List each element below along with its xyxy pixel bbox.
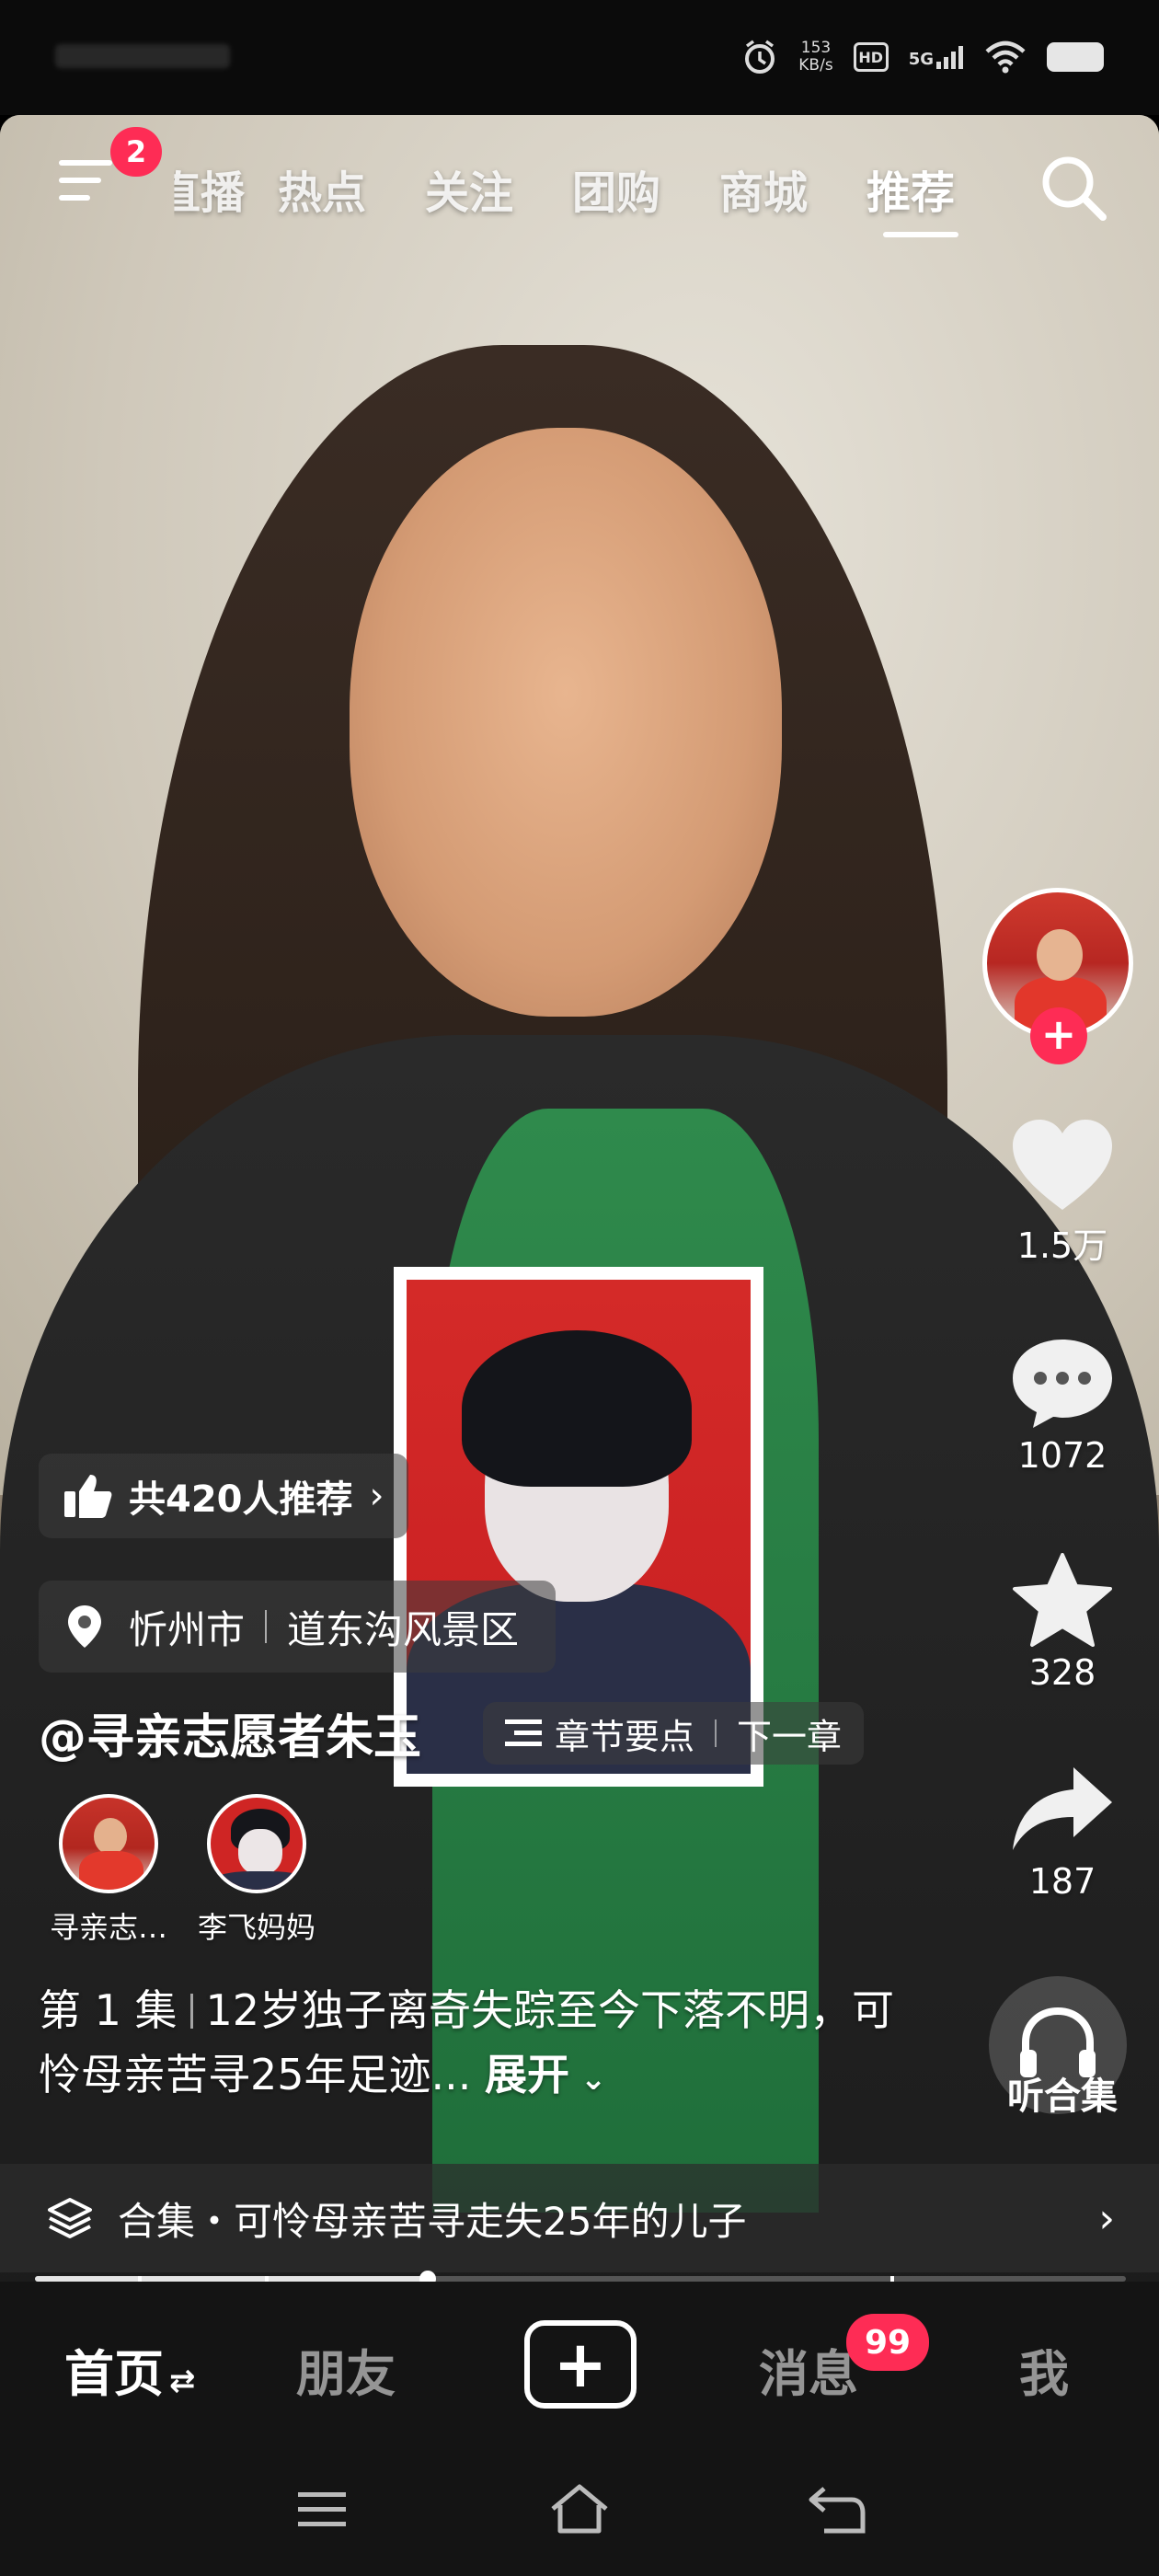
battery-icon — [1047, 42, 1104, 72]
video-caption[interactable]: 第 1 集 12岁独子离奇失踪至今下落不明，可怜母亲苦寻25年足迹... 展开 ⌄ — [39, 1978, 903, 2111]
menu-icon[interactable] — [59, 158, 112, 202]
tab-groupbuy[interactable]: 团购 — [543, 156, 690, 221]
alarm-icon — [745, 40, 775, 74]
layers-icon — [48, 2198, 92, 2238]
share-button[interactable]: 187 — [984, 1762, 1141, 1902]
chevron-right-icon: › — [1098, 2194, 1115, 2242]
hd-icon: HD — [853, 42, 889, 72]
net-speed: 153 KB/s — [798, 39, 833, 75]
recommend-count-pill[interactable]: 共420人推荐 › — [39, 1454, 408, 1538]
coauthor-1[interactable]: 寻亲志… — [40, 1794, 178, 1947]
recommend-count-text: 共420人推荐 — [129, 1478, 353, 1521]
location-divider — [265, 1610, 268, 1643]
create-button[interactable]: + — [524, 2320, 637, 2409]
collection-title: 合集・可怜母亲苦寻走失25年的儿子 — [118, 2198, 747, 2244]
chevron-right-icon: › — [369, 1475, 384, 1517]
author-name[interactable]: @寻亲志愿者朱玉 — [39, 1698, 421, 1767]
tab-me[interactable]: 我 — [1019, 2333, 1069, 2406]
plus-icon: + — [553, 2327, 608, 2402]
wifi-icon — [985, 40, 1026, 74]
collection-bar[interactable]: 合集・可怜母亲苦寻走失25年的儿子 › — [0, 2164, 1159, 2272]
thumbs-up-icon — [64, 1475, 112, 1518]
share-icon — [1013, 1767, 1112, 1850]
location-pill[interactable]: 忻州市 道东沟风景区 — [39, 1581, 557, 1673]
status-time-blurred — [55, 44, 230, 68]
active-tab-indicator — [883, 232, 958, 237]
status-bar: 153 KB/s HD 5G — [0, 0, 1159, 115]
star-icon — [1013, 1553, 1112, 1647]
tab-live[interactable]: 直播 — [174, 156, 248, 221]
share-count: 187 — [1028, 1861, 1096, 1902]
like-count: 1.5万 — [1016, 1225, 1108, 1266]
chapter-divider — [715, 1719, 717, 1747]
comment-icon — [1013, 1340, 1112, 1428]
coauthor-avatar — [207, 1794, 306, 1893]
location-pin-icon — [68, 1605, 101, 1648]
coauthor-2[interactable]: 李飞妈妈 — [188, 1794, 326, 1947]
search-icon[interactable] — [1037, 151, 1110, 224]
status-icons: 153 KB/s HD 5G — [741, 39, 1104, 75]
location-city: 忻州市 — [129, 1606, 246, 1652]
signal-icon: 5G — [909, 45, 964, 69]
favorite-button[interactable]: 328 — [984, 1553, 1141, 1693]
listen-collection-label: 听合集 — [1007, 2076, 1118, 2118]
comment-count: 1072 — [1017, 1435, 1107, 1476]
coauthor-avatar — [59, 1794, 158, 1893]
follow-plus-icon[interactable]: + — [1030, 1007, 1087, 1064]
chapter-points-button[interactable]: 章节要点 — [555, 1708, 694, 1759]
like-button[interactable]: 1.5万 — [984, 1118, 1141, 1268]
caption-divider — [189, 1994, 193, 2029]
comment-button[interactable]: 1072 — [984, 1336, 1141, 1476]
next-chapter-button[interactable]: 下一章 — [737, 1708, 842, 1759]
messages-badge: 99 — [846, 2314, 929, 2371]
tab-hot[interactable]: 热点 — [248, 156, 396, 221]
tab-friends[interactable]: 朋友 — [296, 2333, 396, 2406]
tab-home[interactable]: 首页 ⇄ — [64, 2333, 196, 2406]
heart-icon — [1013, 1120, 1112, 1210]
home-icon[interactable] — [547, 2481, 612, 2536]
tab-following[interactable]: 关注 — [396, 156, 543, 221]
chevron-down-icon: ⌄ — [569, 2061, 607, 2098]
video-person-face — [350, 428, 782, 1017]
expand-button[interactable]: 展开 ⌄ — [485, 2050, 606, 2099]
back-icon[interactable] — [806, 2481, 870, 2536]
bottom-tab-bar: 首页 ⇄ 朋友 + 消息 我 — [0, 2282, 1159, 2443]
swap-icon: ⇄ — [169, 2363, 196, 2399]
tab-mall[interactable]: 商城 — [690, 156, 837, 221]
favorite-count: 328 — [1028, 1652, 1096, 1693]
chapter-pill: 章节要点 下一章 — [483, 1702, 865, 1765]
system-navigation-bar — [0, 2443, 1159, 2576]
tab-recommend[interactable]: 推荐 — [837, 156, 984, 221]
location-place: 道东沟风景区 — [287, 1606, 520, 1652]
tab-messages[interactable]: 消息 — [759, 2333, 858, 2406]
episode-label: 第 1 集 — [39, 1985, 178, 2035]
recents-icon[interactable] — [294, 2487, 350, 2533]
top-tabs: 直播 热点 关注 团购 商城 推荐 — [129, 156, 984, 221]
coauthor-name: 寻亲志… — [49, 1910, 167, 1945]
coauthor-name: 李飞妈妈 — [197, 1910, 316, 1945]
list-icon — [505, 1719, 542, 1746]
